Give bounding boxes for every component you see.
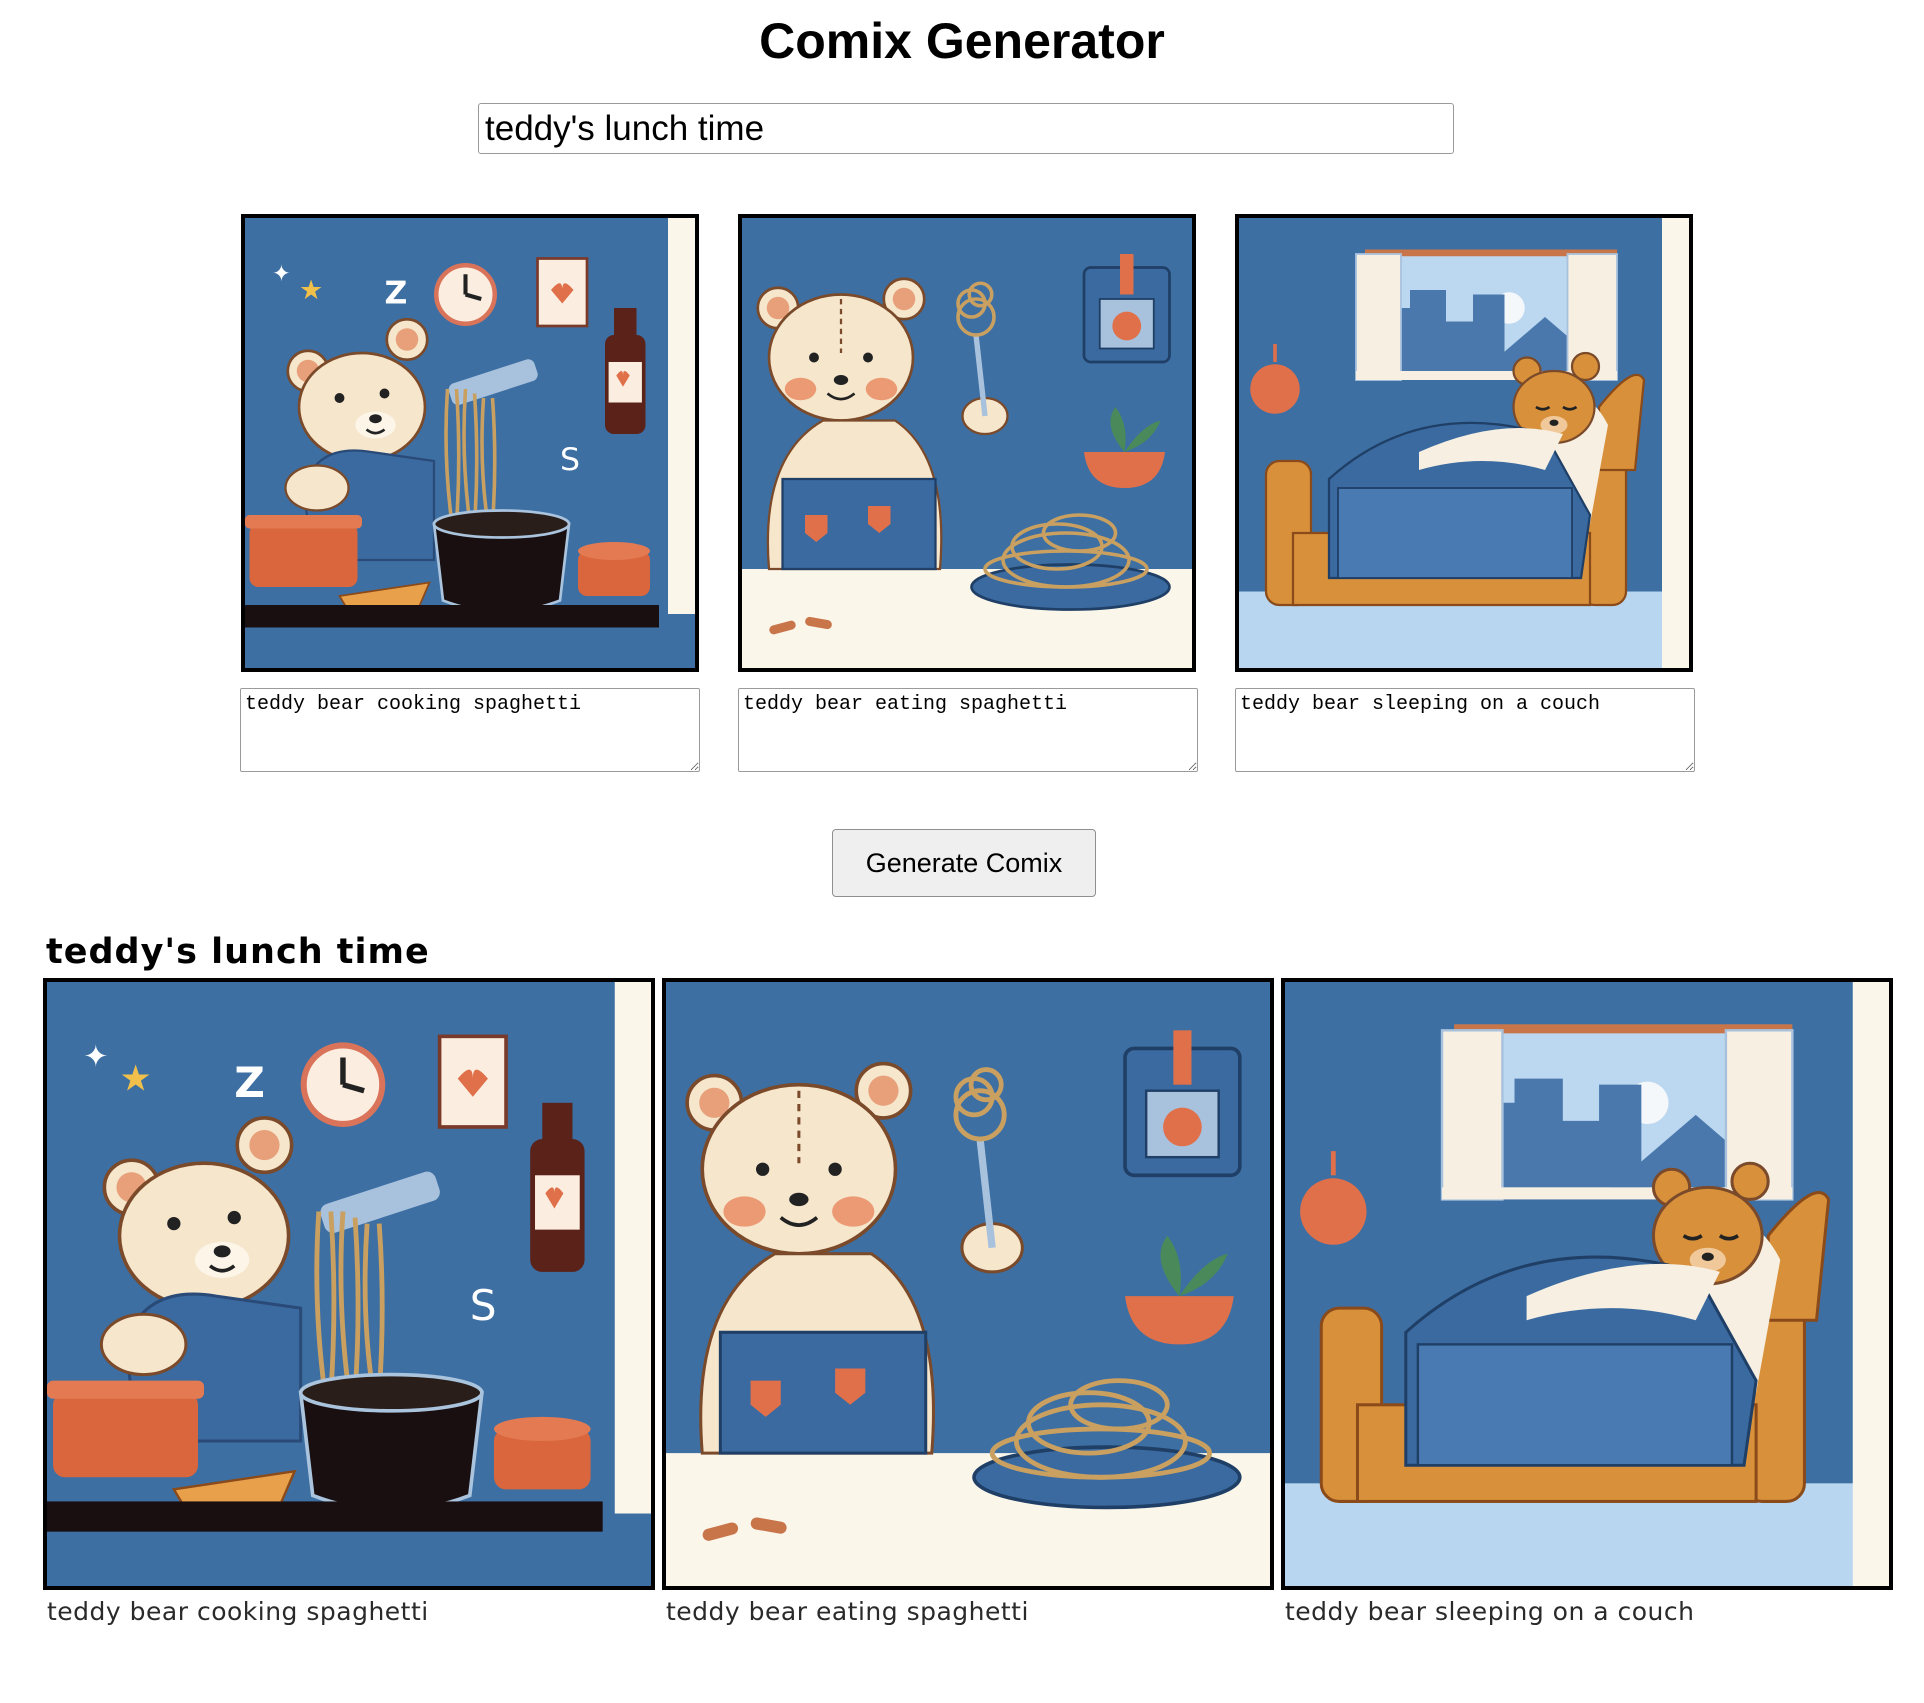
panel-3-description[interactable]: teddy bear sleeping on a couch	[1235, 688, 1695, 772]
sleeping-scene-image	[1239, 218, 1689, 668]
panel-1-preview-image[interactable]	[241, 214, 699, 672]
panel-3-preview-image[interactable]	[1235, 214, 1693, 672]
comic-panel-3-caption: teddy bear sleeping on a couch	[1285, 1597, 1695, 1626]
eating-scene-image	[742, 218, 1192, 668]
comic-title: teddy's lunch time	[46, 932, 430, 972]
panel-2-preview-image[interactable]	[738, 214, 1196, 672]
cooking-scene-image	[47, 982, 651, 1586]
sleeping-scene-image	[1285, 982, 1889, 1586]
page-title: Comix Generator	[759, 13, 1165, 69]
cooking-scene-image	[245, 218, 695, 668]
panel-2-description[interactable]: teddy bear eating spaghetti	[738, 688, 1198, 772]
comic-title-input[interactable]	[478, 103, 1454, 154]
eating-scene-image	[666, 982, 1270, 1586]
panel-1-description[interactable]: teddy bear cooking spaghetti	[240, 688, 700, 772]
comic-panel-2-caption: teddy bear eating spaghetti	[666, 1597, 1029, 1626]
comic-panel-1	[43, 978, 655, 1590]
comic-panel-1-caption: teddy bear cooking spaghetti	[47, 1597, 429, 1626]
generate-comix-button[interactable]: Generate Comix	[832, 829, 1096, 897]
comic-panel-2	[662, 978, 1274, 1590]
comic-panel-3	[1281, 978, 1893, 1590]
